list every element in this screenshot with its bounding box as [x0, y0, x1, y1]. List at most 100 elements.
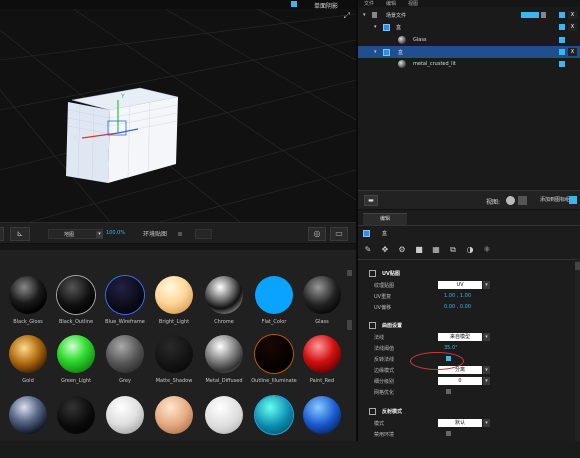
tree-row-box-selected[interactable]: ▾ 盒 X	[358, 46, 580, 58]
cube-icon	[383, 49, 390, 56]
layer-tag[interactable]	[521, 12, 539, 18]
normal-threshold-value[interactable]: 35.0°	[444, 345, 458, 351]
section-reflect[interactable]: 反射模式	[366, 406, 566, 417]
visibility-icon[interactable]	[559, 24, 565, 30]
render-mode-badge[interactable]	[291, 1, 297, 7]
subdivision-select[interactable]: 0	[438, 377, 482, 385]
disable-env-checkbox[interactable]	[446, 431, 451, 436]
reflect-mode-select[interactable]: 默认	[438, 419, 482, 427]
chevron-down-icon[interactable]: ▾	[483, 333, 490, 341]
uv-icon[interactable]: ⧉	[448, 245, 458, 255]
delete-icon[interactable]: X	[568, 48, 577, 56]
expand-icon[interactable]: ⤢	[344, 12, 350, 20]
chevron-down-icon[interactable]: ▾	[483, 377, 490, 385]
material-swatch[interactable]: Bright_Light	[146, 276, 202, 338]
3d-viewport[interactable]: Y X 单面阴影 ⤢	[0, 0, 356, 222]
animation-icon[interactable]: ⚛	[482, 245, 492, 255]
edit-scroll-thumb[interactable]	[575, 262, 580, 270]
move-icon[interactable]: ✥	[380, 245, 390, 255]
tree-row-glass[interactable]: Glass	[358, 34, 580, 46]
expand-arrow-icon[interactable]: ▾	[363, 12, 366, 18]
expand-arrow-icon[interactable]: ▾	[374, 24, 377, 30]
uv-section-icon	[369, 270, 376, 277]
visibility-icon[interactable]	[559, 61, 565, 67]
material-swatch[interactable]: Matte_Shadow	[146, 335, 202, 397]
light-icon[interactable]: ◑	[465, 245, 475, 255]
zoom-value[interactable]: 100.0%	[106, 230, 125, 236]
layer-tag-end[interactable]	[541, 12, 546, 18]
material-swatch[interactable]: Blue_Wireframe	[97, 276, 153, 338]
delete-icon[interactable]: X	[568, 23, 577, 31]
tree-label: 盒	[398, 50, 404, 56]
material-sphere	[57, 276, 95, 314]
env-map-field[interactable]	[195, 229, 212, 239]
shading-mode-label[interactable]: 单面阴影	[314, 1, 338, 10]
material-swatch[interactable]: Black_Outline	[48, 276, 104, 338]
texture-icon[interactable]: ▦	[431, 245, 441, 255]
tree-row-metal[interactable]: metal_crusted_lit	[358, 58, 580, 70]
folder-icon	[372, 12, 377, 18]
material-swatch[interactable]: Grey	[97, 335, 153, 397]
chevron-down-icon[interactable]: ▾	[483, 366, 490, 374]
material-swatch[interactable]	[294, 396, 350, 458]
prop-subdivision: 细分级别 0 ▾	[366, 376, 571, 387]
visibility-icon[interactable]	[559, 49, 565, 55]
env-map-checkbox[interactable]	[178, 232, 182, 236]
settings-icon[interactable]: ◎	[308, 227, 326, 241]
chevron-down-icon[interactable]: ▾	[96, 231, 103, 238]
axis-icon[interactable]: ⊾	[10, 227, 30, 241]
gear-icon[interactable]: ⚙	[397, 245, 407, 255]
delete-icon[interactable]: X	[568, 11, 577, 19]
screen-icon[interactable]: ▭	[330, 227, 348, 241]
material-swatch[interactable]: Metal_Diffused	[196, 335, 252, 397]
tab-edit[interactable]: 编辑	[363, 213, 407, 225]
uv-repeat-value[interactable]: 1.00 , 1.00	[444, 293, 471, 299]
env-map-label: 环境贴图	[143, 231, 168, 238]
material-swatch[interactable]	[97, 396, 153, 458]
material-sphere	[106, 335, 144, 373]
library-scroll-handle[interactable]	[347, 270, 352, 276]
menu-view[interactable]: 视图	[408, 0, 418, 7]
wrench-icon[interactable]: ✎	[363, 245, 373, 255]
prop-texture-map: 纹理贴图 UV ▾	[366, 280, 571, 291]
expand-arrow-icon[interactable]: ▾	[374, 49, 377, 55]
sphere-view-icon[interactable]	[506, 196, 515, 205]
prop-label: 边缘模式	[374, 368, 395, 374]
library-scrollbar[interactable]	[347, 320, 352, 330]
uv-offset-value[interactable]: 0.00 , 0.00	[444, 304, 471, 310]
prop-label: 纹理贴图	[374, 283, 395, 289]
menu-file[interactable]: 文件	[364, 0, 374, 7]
add-icon[interactable]	[569, 196, 577, 204]
left-edge-button[interactable]	[0, 227, 4, 241]
material-swatch[interactable]: Chrome	[196, 276, 252, 338]
section-surface[interactable]: 曲面设置	[366, 320, 566, 331]
folder-button[interactable]: ▬	[364, 195, 378, 206]
material-swatch[interactable]	[146, 396, 202, 458]
material-swatch[interactable]: Paint_Red	[294, 335, 350, 397]
reflect-section-icon	[369, 408, 376, 415]
visibility-icon[interactable]	[559, 12, 565, 18]
add-to-icon-group-button[interactable]: 添加到图标组	[540, 196, 570, 203]
visibility-icon[interactable]	[559, 37, 565, 43]
tree-row-scene[interactable]: ▾ 场景文件 X	[358, 9, 580, 21]
material-label: Grey	[119, 378, 131, 384]
texture-map-select[interactable]: UV	[438, 281, 482, 289]
tree-row-box[interactable]: ▾ 盒 X	[358, 21, 580, 33]
menu-edit[interactable]: 编辑	[386, 0, 396, 7]
scene-menubar: 文件 编辑 视图	[358, 0, 580, 7]
normals-select[interactable]: 来自模型	[438, 333, 482, 341]
material-sphere	[155, 335, 193, 373]
edit-scrollbar[interactable]	[575, 258, 580, 441]
material-swatch[interactable]	[48, 396, 104, 458]
view-mode-select[interactable]: 地图 ▾	[48, 229, 103, 239]
chevron-down-icon[interactable]: ▾	[483, 281, 490, 289]
chevron-down-icon[interactable]: ▾	[483, 419, 490, 427]
material-swatch[interactable]	[196, 396, 252, 458]
grid-view-icon[interactable]	[518, 196, 527, 205]
section-uv-map[interactable]: UV贴图	[366, 268, 566, 279]
material-swatch[interactable]: Green_Light	[48, 335, 104, 397]
material-sphere	[106, 276, 144, 314]
material-icon[interactable]: ■	[414, 245, 424, 255]
mesh-optimize-checkbox[interactable]	[446, 389, 451, 394]
material-swatch[interactable]: Glass	[294, 276, 350, 338]
